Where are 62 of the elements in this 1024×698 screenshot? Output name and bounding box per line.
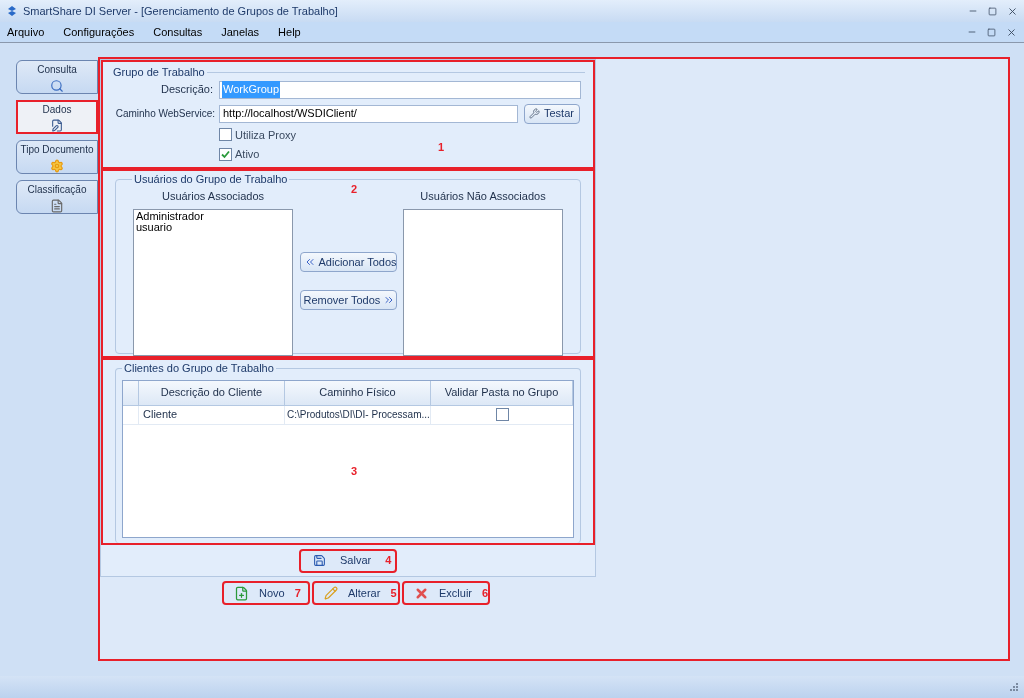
field-label: Caminho WebService:: [114, 107, 216, 121]
list-item[interactable]: Administrador: [136, 211, 290, 222]
side-tab[interactable]: Classificação: [16, 180, 98, 214]
maximize-icon[interactable]: [987, 27, 996, 37]
document-icon: [50, 198, 64, 213]
annotation-number: 6: [482, 585, 489, 601]
column-header[interactable]: Descrição do Cliente: [139, 380, 285, 405]
annotation-number: 7: [294, 585, 301, 601]
list-title: Usuários Associados: [161, 188, 265, 204]
action-button[interactable]: Novo 7: [222, 581, 310, 605]
list-title: Usuários Não Associados: [420, 188, 546, 204]
annotation-number: 2: [351, 182, 358, 197]
remove-all-button[interactable]: Remover Todos: [299, 289, 397, 310]
group-title: Grupo de Trabalho: [112, 65, 206, 80]
field-value: WorkGroup: [222, 81, 281, 98]
annotation-number: 5: [390, 585, 397, 601]
app-logo-icon: [6, 5, 18, 17]
pencil-icon: [324, 586, 338, 600]
side-tab[interactable]: Tipo Documento: [16, 140, 98, 174]
check-icon: [221, 149, 230, 159]
annotation-number: 3: [351, 464, 358, 479]
wrench-icon: [529, 108, 540, 119]
side-tab[interactable]: Dados: [16, 100, 98, 134]
gear-icon: [50, 158, 64, 173]
resize-grip-icon: [1010, 683, 1018, 691]
new-document-icon: [234, 585, 249, 601]
test-button[interactable]: Testar: [524, 103, 580, 124]
menu-item[interactable]: Consultas: [153, 23, 203, 41]
maximize-icon[interactable]: [988, 6, 997, 16]
list-item[interactable]: usuario: [136, 222, 290, 233]
column-header[interactable]: Validar Pasta no Grupo: [431, 380, 573, 405]
checkbox[interactable]: [219, 147, 232, 161]
menu-item[interactable]: Configurações: [63, 23, 135, 41]
table-cell: Cliente: [139, 405, 285, 424]
webservice-field[interactable]: http://localhost/WSDIClient/: [219, 104, 518, 123]
group-title: Usuários do Grupo de Trabalho: [133, 172, 289, 187]
action-button[interactable]: Alterar 5: [312, 581, 400, 605]
checkbox[interactable]: [495, 408, 509, 421]
search-icon: [50, 78, 64, 93]
user-list[interactable]: Administrador usuario: [133, 209, 293, 356]
document-edit-icon: [50, 119, 64, 132]
side-tab[interactable]: Consulta: [16, 60, 98, 94]
annotation-number: 4: [385, 553, 392, 569]
save-button[interactable]: Salvar 4: [299, 548, 397, 573]
delete-icon: [414, 585, 429, 601]
close-icon[interactable]: [1006, 26, 1017, 38]
menu-item[interactable]: Arquivo: [7, 23, 45, 41]
add-all-button[interactable]: Adicionar Todos: [299, 251, 397, 272]
column-header[interactable]: Caminho Físico: [285, 380, 431, 405]
menu-item[interactable]: Help: [278, 23, 301, 41]
menu-item[interactable]: Janelas: [221, 23, 260, 41]
checkbox-label: Ativo: [235, 147, 260, 162]
annotation-number: 1: [438, 140, 445, 155]
close-icon[interactable]: [1007, 5, 1018, 17]
group-title: Clientes do Grupo de Trabalho: [123, 361, 275, 376]
action-button[interactable]: Excluir 6: [402, 581, 490, 605]
table-cell: C:\Produtos\DI\DI- Processam...: [285, 405, 431, 424]
window-title: SmartShare DI Server - [Gerenciamento de Grupos de Trabalho]: [23, 3, 338, 19]
user-list[interactable]: [403, 209, 563, 356]
checkbox[interactable]: [219, 128, 232, 142]
field-label: Descrição:: [160, 82, 214, 98]
checkbox-label: Utiliza Proxy: [235, 127, 297, 143]
